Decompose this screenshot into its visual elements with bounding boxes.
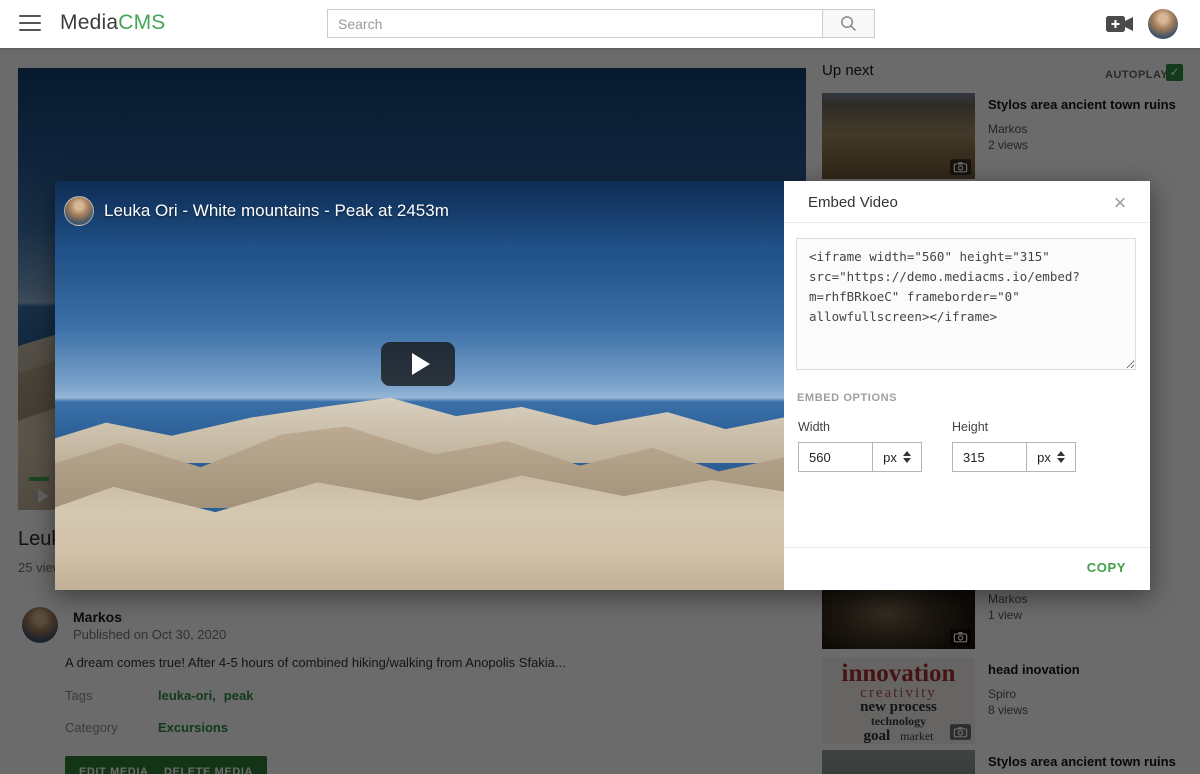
- stepper-arrows-icon: [1057, 451, 1065, 463]
- stepper-arrows-icon: [903, 451, 911, 463]
- width-unit-value: px: [883, 450, 897, 465]
- close-icon[interactable]: ×: [1108, 190, 1132, 216]
- width-label: Width: [798, 420, 922, 434]
- width-option: Width px: [798, 420, 922, 472]
- height-option: Height px: [952, 420, 1076, 472]
- search-icon: [839, 14, 858, 33]
- modal-footer: COPY: [784, 547, 1150, 590]
- preview-video-title[interactable]: Leuka Ori - White mountains - Peak at 24…: [104, 201, 449, 221]
- embed-options-label: EMBED OPTIONS: [797, 392, 897, 404]
- embed-code-textarea[interactable]: <iframe width="560" height="315" src="ht…: [796, 238, 1136, 370]
- width-unit-select[interactable]: px: [873, 442, 922, 472]
- height-unit-value: px: [1037, 450, 1051, 465]
- preview-author-avatar[interactable]: [64, 196, 94, 226]
- user-avatar[interactable]: [1148, 9, 1178, 39]
- height-input[interactable]: [952, 442, 1027, 472]
- mediacms-logo[interactable]: MediaCMS: [60, 11, 165, 35]
- modal-title: Embed Video: [808, 194, 898, 211]
- embed-preview-player[interactable]: Leuka Ori - White mountains - Peak at 24…: [55, 181, 784, 590]
- embed-panel: Embed Video × <iframe width="560" height…: [784, 181, 1150, 590]
- search-input[interactable]: [327, 9, 822, 38]
- copy-button[interactable]: COPY: [1087, 560, 1126, 575]
- top-navbar: MediaCMS: [0, 0, 1200, 48]
- height-label: Height: [952, 420, 1076, 434]
- height-unit-select[interactable]: px: [1027, 442, 1076, 472]
- search-bar: [327, 9, 875, 38]
- play-icon: [412, 353, 430, 375]
- embed-video-modal: Leuka Ori - White mountains - Peak at 24…: [55, 181, 1150, 590]
- width-input[interactable]: [798, 442, 873, 472]
- upload-media-icon[interactable]: [1106, 14, 1134, 34]
- play-button[interactable]: [381, 342, 455, 386]
- hamburger-menu-icon[interactable]: [19, 15, 41, 33]
- modal-header: Embed Video ×: [784, 181, 1150, 223]
- search-button[interactable]: [822, 9, 875, 38]
